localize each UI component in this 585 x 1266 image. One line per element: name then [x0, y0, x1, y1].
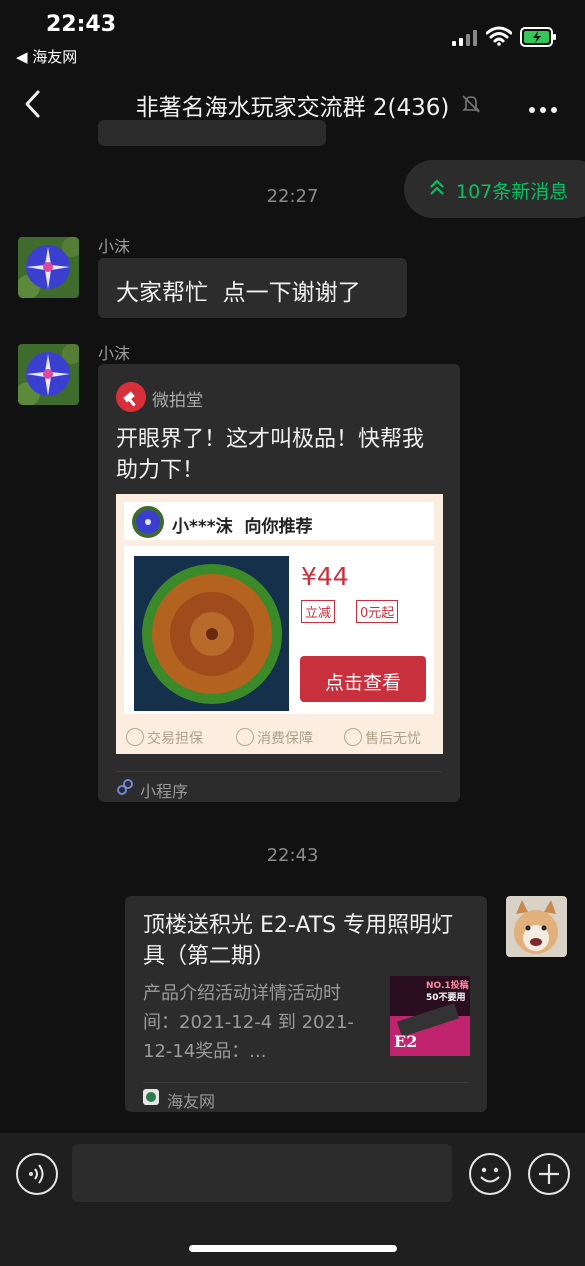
- link-card[interactable]: 顶楼送积光 E2-ATS 专用照明灯具（第二期） 产品介绍活动详情活动时间：20…: [125, 896, 487, 1112]
- price: ¥44: [301, 562, 349, 591]
- voice-input-button[interactable]: [16, 1153, 58, 1195]
- home-indicator: [189, 1245, 397, 1252]
- guarantee-shield-icon: [126, 728, 144, 746]
- battery-icon: [520, 26, 558, 52]
- wifi-icon: [485, 26, 513, 50]
- guarantee-thumb-icon: [344, 728, 362, 746]
- card-divider: [143, 1082, 469, 1083]
- guarantee-label: 交易担保: [147, 731, 203, 747]
- recommender-text: 小***沫 向你推荐: [172, 517, 313, 537]
- mini-program-icon: [116, 778, 134, 800]
- timestamp: 22:43: [266, 845, 319, 866]
- guarantee-shield-icon: [236, 728, 254, 746]
- timestamp: 22:27: [266, 186, 319, 207]
- link-card-description: 产品介绍活动详情活动时间：2021-12-4 到 2021-12-14奖品：..…: [143, 983, 354, 1062]
- view-details-button[interactable]: 点击查看: [300, 656, 426, 702]
- guarantee-label: 售后无忧: [365, 731, 421, 747]
- signal-icon: [452, 30, 480, 46]
- mini-program-card[interactable]: 微拍堂 开眼界了！这才叫极品！快帮我助力下！ 小***沫 向你推荐 ¥44 立减…: [98, 364, 460, 802]
- message-text: 大家帮忙 点一下谢谢了: [116, 280, 361, 306]
- avatar[interactable]: [506, 896, 567, 957]
- status-time: 22:43: [46, 12, 117, 37]
- haiyou-logo-icon: [143, 1089, 159, 1105]
- more-options-icon[interactable]: [528, 99, 558, 113]
- link-card-source: 海友网: [167, 1092, 216, 1111]
- thumb-text: 50不要用: [426, 993, 466, 1003]
- guarantee-label: 消费保障: [257, 731, 313, 747]
- weipaitang-logo-icon: [116, 382, 146, 416]
- card-divider: [116, 771, 442, 772]
- back-to-app-link[interactable]: ◀ 海友网: [16, 46, 77, 67]
- card-title: 开眼界了！这才叫极品！快帮我助力下！: [116, 427, 425, 483]
- chat-title: 非著名海水玩家交流群 2(436): [135, 95, 450, 121]
- link-card-title: 顶楼送积光 E2-ATS 专用照明灯具（第二期）: [143, 913, 454, 969]
- view-details-label: 点击查看: [324, 672, 401, 694]
- card-footer-label: 小程序: [140, 782, 189, 801]
- card-source: 微拍堂: [152, 391, 203, 411]
- sender-name: 小沫: [98, 344, 131, 363]
- mute-bell-icon: [460, 93, 482, 119]
- input-bar: [0, 1133, 585, 1266]
- message-bubble[interactable]: 大家帮忙 点一下谢谢了: [98, 258, 407, 318]
- coral-photo: [134, 556, 289, 711]
- card-preview-image: 小***沫 向你推荐 ¥44 立减 0元起 点击查看 交易担保 消费保障 售后无…: [116, 494, 443, 754]
- link-card-thumbnail: NO.1投稿 50不要用 E2: [390, 976, 470, 1056]
- thumb-brand: E2: [394, 1032, 418, 1051]
- message-input[interactable]: [72, 1144, 452, 1202]
- discount-tag: 立减: [301, 600, 336, 623]
- recommender-avatar: [132, 506, 164, 538]
- add-attachment-button[interactable]: [528, 1153, 570, 1195]
- start-price-tag: 0元起: [356, 600, 399, 623]
- sender-name: 小沫: [98, 237, 131, 256]
- avatar[interactable]: [18, 237, 79, 298]
- emoji-button[interactable]: [469, 1153, 511, 1195]
- avatar[interactable]: [18, 344, 79, 405]
- previous-message-bubble: [98, 120, 326, 146]
